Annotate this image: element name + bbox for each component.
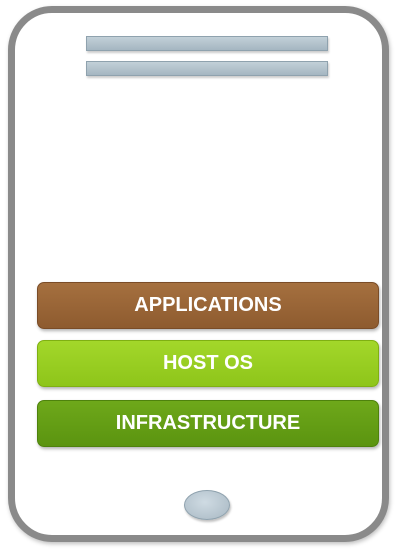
speaker-bar-bottom <box>86 61 328 76</box>
diagram-canvas: APPLICATIONS HOST OS INFRASTRUCTURE <box>0 0 403 552</box>
home-button-icon <box>184 490 230 520</box>
mobile-device-frame <box>8 6 389 542</box>
host-os-layer: HOST OS <box>37 340 379 387</box>
applications-layer-label: APPLICATIONS <box>134 294 282 316</box>
applications-layer: APPLICATIONS <box>37 282 379 329</box>
host-os-layer-label: HOST OS <box>162 352 253 374</box>
speaker-bar-top <box>86 36 328 51</box>
infrastructure-layer: INFRASTRUCTURE <box>37 400 379 447</box>
infrastructure-layer-label: INFRASTRUCTURE <box>115 412 301 434</box>
